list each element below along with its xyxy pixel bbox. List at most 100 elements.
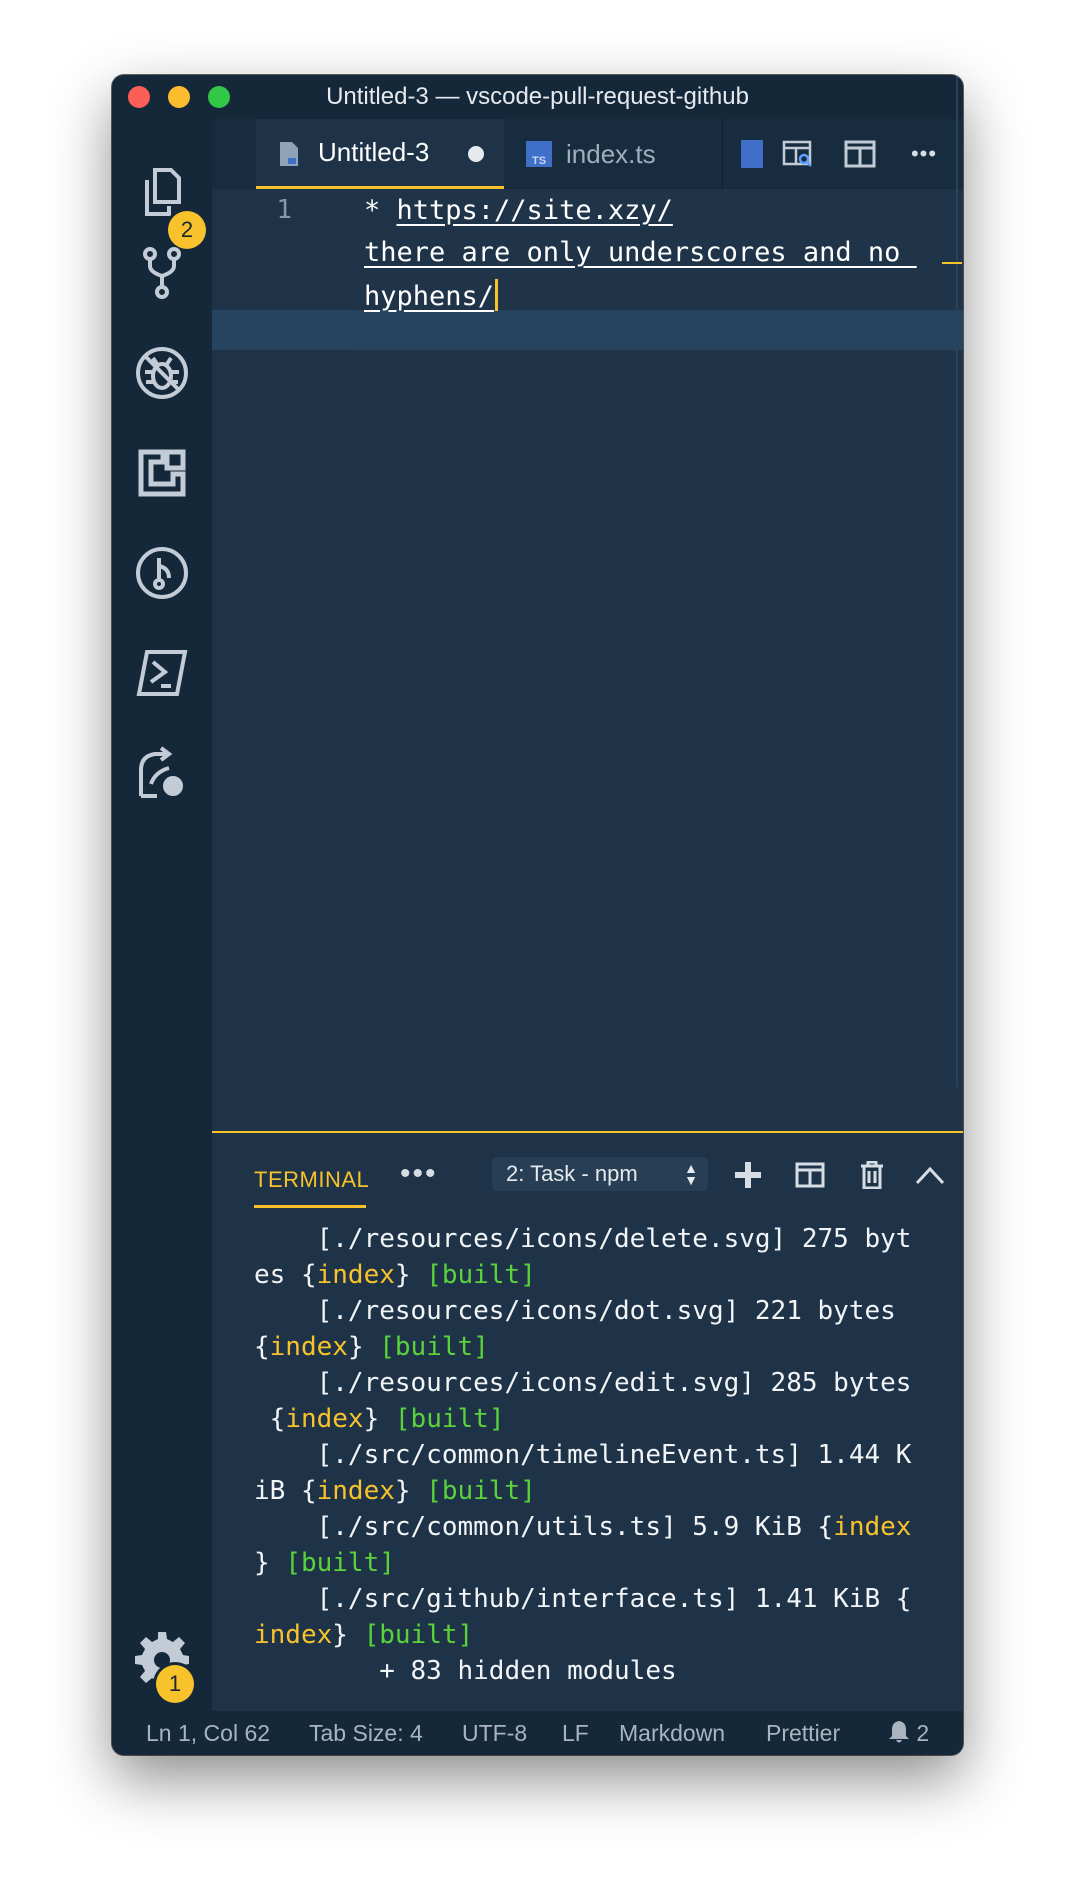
line-number: 1 bbox=[276, 195, 292, 225]
terminal-text: [built] bbox=[394, 1404, 505, 1434]
code-line-wrap-1[interactable]: there_are_only_underscores_and_no_ bbox=[364, 237, 917, 268]
terminal-text: } bbox=[394, 1260, 427, 1290]
tab-label: index.ts bbox=[566, 138, 656, 169]
panel-more-icon[interactable]: ••• bbox=[400, 1157, 438, 1191]
terminal-text: iB { bbox=[254, 1476, 317, 1506]
tab-untitled-3[interactable]: Untitled-3 bbox=[256, 119, 504, 189]
terminal-line: {index} [built] bbox=[254, 1329, 944, 1365]
git-lens-icon[interactable] bbox=[132, 543, 192, 603]
terminal-icon[interactable] bbox=[132, 643, 192, 703]
debug-icon[interactable] bbox=[132, 343, 192, 403]
terminal-text: } bbox=[363, 1404, 395, 1434]
tab-label: Untitled-3 bbox=[318, 137, 430, 167]
editor-actions: ••• bbox=[722, 119, 963, 189]
terminal-text: } bbox=[254, 1548, 286, 1578]
extensions-icon[interactable] bbox=[132, 443, 192, 503]
terminal-text: } bbox=[347, 1332, 380, 1362]
terminal-line: index} [built] bbox=[254, 1617, 944, 1653]
terminal-select-value: 2: Task - npm bbox=[506, 1161, 638, 1186]
terminal-text: [./resources/icons/dot.svg] 221 bytes bbox=[254, 1296, 896, 1326]
editor-ruler bbox=[956, 75, 958, 1087]
maximize-panel-icon[interactable] bbox=[914, 1159, 946, 1191]
terminal-text: index bbox=[316, 1260, 395, 1290]
terminal-text: [built] bbox=[426, 1476, 536, 1506]
terminal-output[interactable]: [./resources/icons/delete.svg] 275 byt es… bbox=[254, 1221, 944, 1689]
tab-bar: Untitled-3 TS index.ts ••• bbox=[212, 119, 963, 189]
terminal-select[interactable]: 2: Task - npm ▲ ▼ bbox=[492, 1157, 708, 1191]
terminal-text: index bbox=[254, 1620, 333, 1650]
url-link[interactable]: https://site.xzy/ bbox=[397, 195, 673, 226]
terminal-line: es {index} [built] bbox=[254, 1257, 944, 1293]
source-control-icon[interactable] bbox=[132, 243, 192, 303]
line-ending[interactable]: LF bbox=[562, 1711, 589, 1755]
settings-badge: 1 bbox=[156, 1665, 194, 1703]
terminal-text: [built] bbox=[285, 1548, 395, 1578]
terminal-line: iB {index} [built] bbox=[254, 1473, 944, 1509]
terminal-text: + 83 hidden modules bbox=[254, 1656, 677, 1686]
terminal-text: [./src/common/utils.ts] 5.9 KiB { bbox=[254, 1512, 834, 1542]
terminal-line: + 83 hidden modules bbox=[254, 1653, 944, 1689]
tab-size[interactable]: Tab Size: 4 bbox=[309, 1711, 423, 1755]
current-line-highlight bbox=[212, 310, 963, 350]
typescript-file-icon: TS bbox=[526, 141, 552, 167]
terminal-text: [./resources/icons/delete.svg] 275 byt bbox=[254, 1224, 912, 1254]
open-preview-icon[interactable] bbox=[781, 137, 815, 171]
file-icon bbox=[280, 142, 298, 166]
url-link-wrap[interactable]: there_are_only_underscores_and_no_ bbox=[364, 237, 917, 268]
terminal-line: [./src/common/timelineEvent.ts] 1.44 K bbox=[254, 1437, 944, 1473]
unsaved-dot-icon[interactable] bbox=[468, 146, 484, 162]
terminal-text: { bbox=[254, 1404, 286, 1434]
terminal-text: [built] bbox=[363, 1620, 474, 1650]
active-tab-underline bbox=[254, 1205, 366, 1208]
terminal-line: [./resources/icons/delete.svg] 275 byt bbox=[254, 1221, 944, 1257]
terminal-line: {index} [built] bbox=[254, 1401, 944, 1437]
terminal-line: [./resources/icons/dot.svg] 221 bytes bbox=[254, 1293, 944, 1329]
tab-terminal[interactable]: TERMINAL bbox=[254, 1167, 369, 1193]
title-bar: Untitled-3 — vscode-pull-request-github bbox=[112, 75, 963, 119]
more-actions-icon[interactable]: ••• bbox=[907, 137, 941, 171]
markdown-bullet: * bbox=[364, 195, 397, 226]
terminal-text: [built] bbox=[426, 1260, 536, 1290]
terminal-text: [./resources/icons/edit.svg] 285 bytes bbox=[254, 1368, 912, 1398]
terminal-text: index bbox=[833, 1512, 912, 1542]
split-editor-icon[interactable] bbox=[843, 137, 877, 171]
tab-index-ts[interactable]: TS index.ts bbox=[504, 119, 723, 189]
code-line-wrap-2[interactable]: hyphens/ bbox=[364, 279, 499, 312]
trash-icon[interactable] bbox=[856, 1159, 888, 1191]
open-typescript-icon[interactable] bbox=[741, 137, 763, 171]
notification-count: 2 bbox=[916, 1720, 930, 1746]
terminal-text: index bbox=[316, 1476, 395, 1506]
terminal-line: [./src/common/utils.ts] 5.9 KiB {index bbox=[254, 1509, 944, 1545]
status-bar: Ln 1, Col 62 Tab Size: 4 UTF-8 LF Markdo… bbox=[112, 1711, 963, 1755]
new-terminal-icon[interactable] bbox=[732, 1159, 764, 1191]
notifications[interactable]: 2 bbox=[888, 1711, 929, 1755]
window-title: Untitled-3 — vscode-pull-request-github bbox=[326, 83, 749, 110]
terminal-text: [built] bbox=[379, 1332, 489, 1362]
terminal-text: } bbox=[332, 1620, 364, 1650]
text-cursor bbox=[495, 279, 499, 311]
terminal-line: [./resources/icons/edit.svg] 285 bytes bbox=[254, 1365, 944, 1401]
terminal-text: { bbox=[254, 1332, 270, 1362]
wrap-indicator bbox=[942, 262, 962, 264]
encoding[interactable]: UTF-8 bbox=[462, 1711, 527, 1755]
language-mode[interactable]: Markdown bbox=[619, 1711, 725, 1755]
terminal-text: index bbox=[269, 1332, 348, 1362]
live-share-icon[interactable] bbox=[132, 743, 192, 803]
cursor-position[interactable]: Ln 1, Col 62 bbox=[146, 1711, 270, 1755]
code-line-1[interactable]: * https://site.xzy/ bbox=[364, 195, 673, 226]
url-link-wrap[interactable]: hyphens/ bbox=[364, 281, 494, 312]
terminal-line: } [built] bbox=[254, 1545, 944, 1581]
terminal-text: es { bbox=[254, 1260, 317, 1290]
terminal-line: [./src/github/interface.ts] 1.41 KiB { bbox=[254, 1581, 944, 1617]
activity-bar: 2 1 bbox=[112, 119, 212, 1711]
app-window: Untitled-3 — vscode-pull-request-github … bbox=[112, 75, 963, 1755]
terminal-panel: TERMINAL ••• 2: Task - npm ▲ ▼ [./resourc… bbox=[212, 1131, 963, 1711]
terminal-text: [./src/common/timelineEvent.ts] 1.44 K bbox=[254, 1440, 912, 1470]
select-arrows-icon: ▲ ▼ bbox=[684, 1160, 698, 1188]
terminal-text: index bbox=[285, 1404, 364, 1434]
split-terminal-icon[interactable] bbox=[794, 1159, 826, 1191]
terminal-text: } bbox=[394, 1476, 427, 1506]
formatter[interactable]: Prettier bbox=[766, 1711, 840, 1755]
bell-icon bbox=[889, 1721, 909, 1743]
terminal-text: [./src/github/interface.ts] 1.41 KiB { bbox=[254, 1584, 912, 1614]
